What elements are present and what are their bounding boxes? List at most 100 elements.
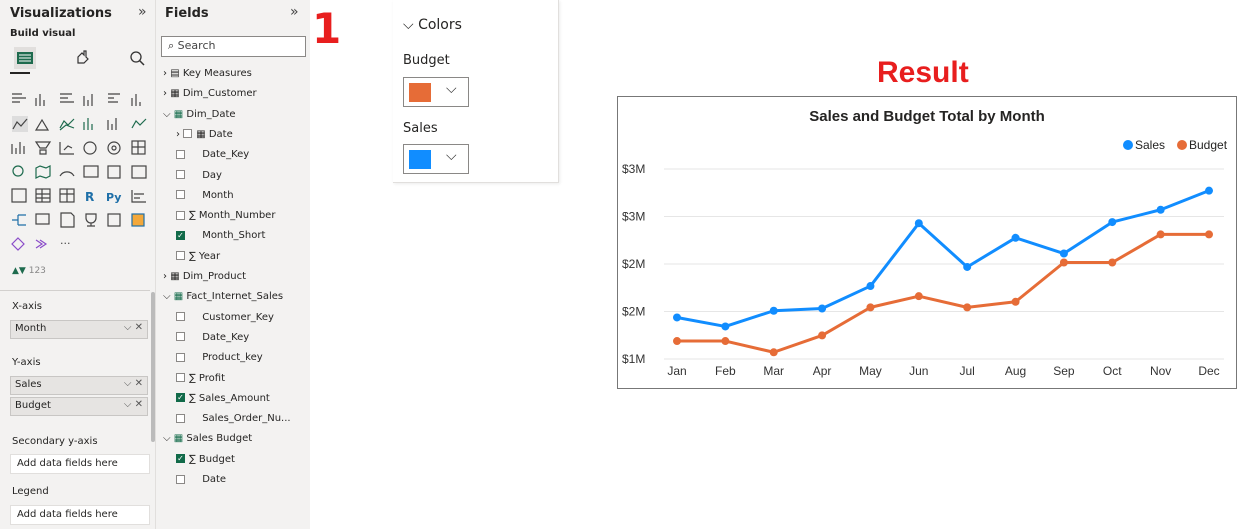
budget-color-label: Budget: [403, 53, 450, 68]
x-tick-label: Feb: [715, 364, 736, 378]
tree-item[interactable]: ∑ Month_Number: [176, 210, 275, 226]
data-point-sales: [866, 282, 875, 291]
small-multiples-icon[interactable]: ▲▼ 123: [12, 266, 46, 276]
legend-dropzone[interactable]: Add data fields here: [10, 505, 150, 525]
field-checkbox[interactable]: [176, 312, 185, 322]
field-spacer: [189, 149, 202, 160]
visualizations-title: Visualizations: [10, 6, 112, 21]
tree-item[interactable]: › ▦ Dim_Product: [163, 271, 246, 287]
field-spacer: [189, 352, 202, 363]
tree-item[interactable]: Customer_Key: [176, 312, 274, 328]
data-point-sales: [1156, 205, 1165, 214]
secondary-y-axis-label: Secondary y-axis: [12, 436, 98, 447]
y-axis-field-budget[interactable]: Budget ⌵ ✕: [10, 397, 148, 416]
field-spacer: [189, 312, 202, 323]
data-point-sales: [914, 219, 923, 228]
tree-item[interactable]: Month: [176, 190, 234, 206]
data-point-budget: [914, 292, 923, 301]
field-checkbox[interactable]: [176, 251, 185, 261]
data-point-sales: [963, 262, 972, 271]
analytics-magnifier-icon: [130, 51, 145, 66]
tree-item[interactable]: › ▦ Date: [176, 129, 233, 145]
active-tab-indicator: [10, 72, 30, 74]
chevron-down-icon: ⌵: [446, 148, 457, 164]
chevron-down-icon[interactable]: ⌵: [163, 291, 174, 302]
remove-field-icon[interactable]: ⌵ ✕: [124, 378, 143, 389]
colors-section-header[interactable]: ⌵ Colors: [403, 17, 462, 33]
line-chart-svg: Sales and Budget Total by Month Sales Budg…: [622, 108, 1228, 378]
collapse-visualizations-button[interactable]: »: [138, 4, 147, 20]
field-checkbox[interactable]: ✓: [176, 393, 185, 403]
x-axis-field-month[interactable]: Month ⌵ ✕: [10, 320, 148, 339]
analytics-tab[interactable]: [126, 47, 148, 69]
data-point-budget: [1205, 230, 1213, 239]
x-tick-label: Jun: [909, 364, 928, 378]
field-checkbox[interactable]: [176, 332, 185, 342]
fields-search-input[interactable]: ⌕ Search: [161, 36, 306, 57]
colors-format-card: ⌵ Colors Budget ⌵ Sales ⌵: [393, 0, 559, 183]
x-tick-label: Mar: [763, 364, 784, 378]
build-visual-tab[interactable]: [14, 47, 36, 69]
remove-field-icon[interactable]: ⌵ ✕: [124, 322, 143, 333]
tree-item[interactable]: Date_Key: [176, 149, 249, 165]
divider: [0, 290, 150, 291]
tree-item[interactable]: ⌵ ▦ Dim_Date: [163, 109, 236, 125]
tree-item[interactable]: ⌵ ▦ Fact_Internet_Sales: [163, 291, 283, 307]
tree-item[interactable]: › ▦ Dim_Customer: [163, 88, 257, 104]
y-axis-label: Y-axis: [12, 357, 41, 368]
chevron-down-icon: ⌵: [446, 81, 457, 97]
line-chart-visual[interactable]: Sales and Budget Total by Month Sales Budg…: [617, 96, 1237, 389]
x-tick-label: Aug: [1005, 364, 1026, 378]
tree-item[interactable]: Date: [176, 474, 226, 490]
data-point-budget: [721, 337, 730, 346]
field-checkbox[interactable]: [176, 190, 185, 200]
visual-type-icons[interactable]: R Py ···: [11, 93, 147, 251]
chevron-right-icon[interactable]: ›: [176, 129, 183, 140]
collapse-fields-button[interactable]: »: [290, 4, 299, 20]
y-tick-label: $3M: [622, 162, 645, 176]
tree-item[interactable]: Sales_Order_Nu...: [176, 413, 291, 429]
sigma-icon: ∑: [189, 453, 199, 465]
tree-item[interactable]: Day: [176, 170, 222, 186]
field-checkbox[interactable]: [176, 413, 185, 423]
field-checkbox[interactable]: [176, 210, 185, 220]
budget-color-picker[interactable]: ⌵: [403, 77, 469, 107]
field-checkbox[interactable]: [183, 129, 193, 139]
legend-marker-sales: [1123, 140, 1133, 150]
visual-type-gallery: R Py ···: [11, 93, 147, 251]
remove-field-icon[interactable]: ⌵ ✕: [124, 399, 143, 410]
tree-item[interactable]: ✓ ∑ Sales_Amount: [176, 393, 270, 409]
well-field-label: Sales: [15, 379, 42, 390]
fields-pane: Fields » ⌕ Search › ▤ Key Measures › ▦ Di…: [155, 0, 310, 529]
field-checkbox[interactable]: ✓: [176, 230, 185, 240]
field-checkbox[interactable]: [176, 170, 185, 179]
chevron-down-icon[interactable]: ⌵: [163, 109, 174, 120]
sales-color-picker[interactable]: ⌵: [403, 144, 469, 174]
legend-label-sales: Sales: [1135, 138, 1165, 152]
chevron-down-icon[interactable]: ⌵: [163, 433, 174, 444]
field-checkbox[interactable]: [176, 149, 185, 159]
tree-item[interactable]: ∑ Year: [176, 251, 220, 267]
secondary-y-axis-dropzone[interactable]: Add data fields here: [10, 454, 150, 474]
field-checkbox[interactable]: [176, 352, 185, 362]
tree-item[interactable]: ✓ ∑ Budget: [176, 454, 235, 470]
y-axis-field-sales[interactable]: Sales ⌵ ✕: [10, 376, 148, 395]
field-checkbox[interactable]: [176, 373, 185, 382]
step-number-1: 1: [312, 4, 342, 53]
field-checkbox[interactable]: ✓: [176, 454, 185, 464]
tree-item-label: Month_Number: [198, 210, 276, 222]
tree-item[interactable]: Date_Key: [176, 332, 249, 348]
field-spacer: [189, 332, 202, 343]
tree-item[interactable]: Product_key: [176, 352, 263, 368]
tree-item[interactable]: ✓ Month_Short: [176, 230, 265, 246]
tree-item-label: Sales_Order_Nu...: [202, 413, 291, 425]
sigma-icon: ∑: [189, 372, 199, 384]
visualizations-pane: Visualizations » Build visual R Py ··· ▲…: [0, 0, 155, 529]
field-checkbox[interactable]: [176, 474, 185, 484]
tree-item[interactable]: › ▤ Key Measures: [163, 68, 252, 84]
tree-item[interactable]: ∑ Profit: [176, 373, 225, 389]
tree-item[interactable]: ⌵ ▦ Sales Budget: [163, 433, 252, 449]
format-visual-tab[interactable]: [72, 47, 94, 69]
x-tick-label: Jul: [960, 364, 975, 378]
field-spacer: [189, 230, 202, 241]
